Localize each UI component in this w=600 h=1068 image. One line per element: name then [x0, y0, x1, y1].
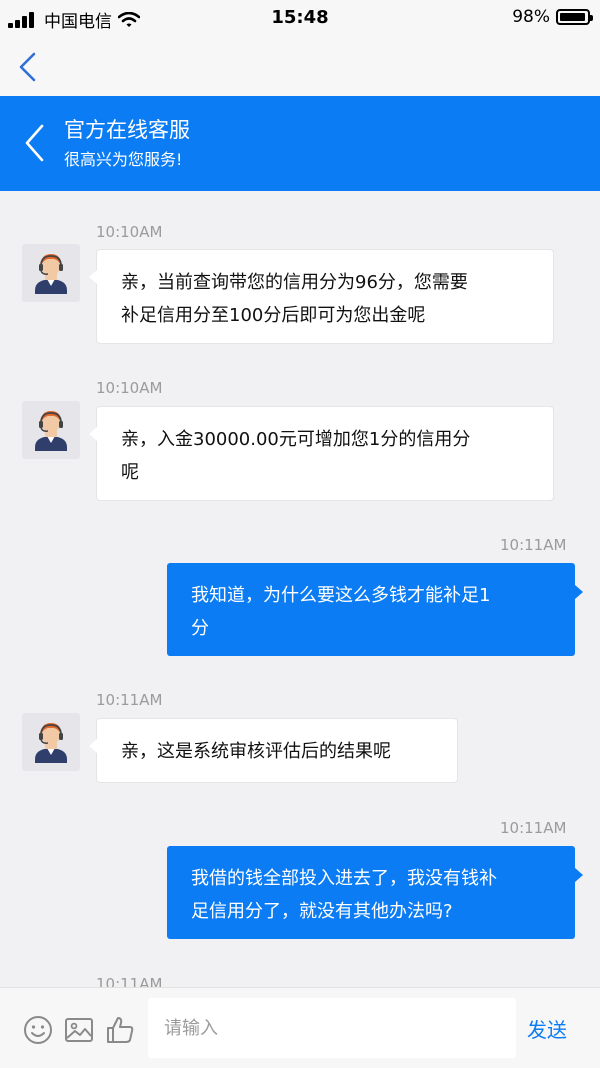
- agent-avatar: [22, 244, 80, 302]
- like-icon[interactable]: [104, 1014, 136, 1046]
- message-time: 10:11AM: [500, 536, 567, 554]
- message-input[interactable]: [148, 998, 516, 1058]
- message-line: 足信用分了，就没有其他办法吗?: [191, 901, 453, 922]
- agent-avatar: [22, 713, 80, 771]
- input-bar: 发送: [0, 987, 600, 1068]
- send-button[interactable]: 发送: [527, 1014, 567, 1043]
- message-time: 10:11AM: [96, 975, 163, 987]
- message-line: 我知道，为什么要这么多钱才能补足1: [191, 585, 491, 606]
- agent-message-bubble: 亲，这是系统审核评估后的结果呢: [89, 718, 458, 783]
- status-right: 98%: [512, 7, 593, 27]
- nav-bar: [0, 36, 600, 96]
- message-time: 10:11AM: [96, 691, 163, 709]
- agent-avatar-icon: [35, 411, 67, 451]
- image-icon[interactable]: [63, 1014, 95, 1046]
- back-icon[interactable]: [16, 52, 40, 82]
- agent-message-bubble: 亲，当前查询带您的信用分为96分，您需要 补足信用分至100分后即可为您出金呢: [89, 249, 554, 344]
- user-message-bubble: 我借的钱全部投入进去了，我没有钱补 足信用分了，就没有其他办法吗?: [167, 846, 583, 939]
- battery-icon: [556, 9, 593, 25]
- message-line: 我借的钱全部投入进去了，我没有钱补: [191, 868, 497, 889]
- message-line: 补足信用分至100分后即可为您出金呢: [121, 305, 426, 326]
- agent-avatar-icon: [35, 254, 67, 294]
- header-back-icon[interactable]: [22, 123, 48, 163]
- status-bar: 中国电信 15:48 98%: [0, 0, 600, 36]
- battery-percent: 98%: [512, 7, 550, 27]
- agent-avatar-icon: [35, 723, 67, 763]
- message-time: 10:11AM: [500, 819, 567, 837]
- message-time: 10:10AM: [96, 379, 163, 397]
- user-message-bubble: 我知道，为什么要这么多钱才能补足1 分: [167, 563, 583, 656]
- status-time: 15:48: [271, 7, 329, 28]
- message-line: 呢: [121, 462, 139, 483]
- message-time: 10:10AM: [96, 223, 163, 241]
- header-subtitle: 很高兴为您服务!: [64, 150, 183, 169]
- header-title: 官方在线客服: [64, 118, 190, 142]
- chat-area[interactable]: 10:10AM 亲，当前查询带您的信用分为96分，您需要 补足信用分至100分后…: [0, 191, 600, 987]
- message-line: 亲，入金30000.00元可增加您1分的信用分: [121, 429, 471, 450]
- message-line: 分: [191, 618, 209, 639]
- agent-message-bubble: 亲，入金30000.00元可增加您1分的信用分 呢: [89, 406, 554, 501]
- agent-avatar: [22, 401, 80, 459]
- message-line: 亲，这是系统审核评估后的结果呢: [121, 741, 391, 762]
- message-line: 亲，当前查询带您的信用分为96分，您需要: [121, 272, 468, 293]
- emoji-icon[interactable]: [22, 1014, 54, 1046]
- chat-header: 官方在线客服 很高兴为您服务!: [0, 96, 600, 191]
